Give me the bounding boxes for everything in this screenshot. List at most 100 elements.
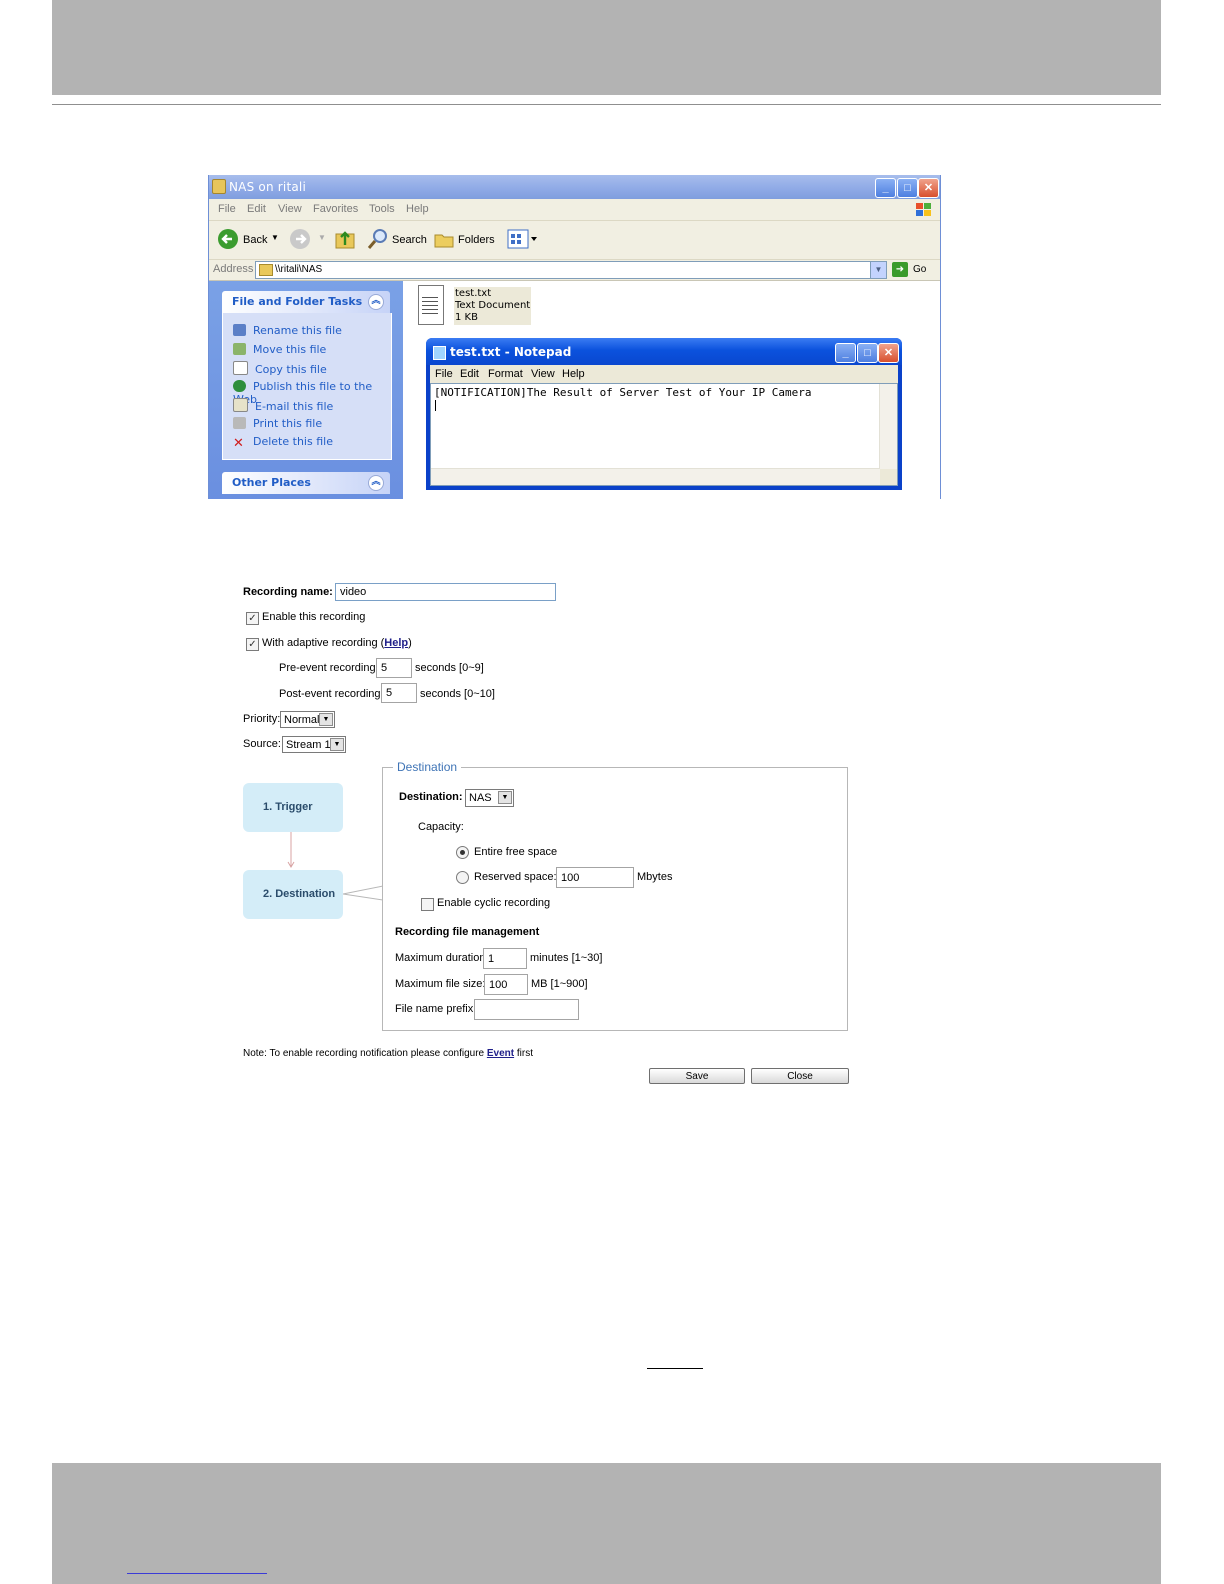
pre-event-input[interactable]: [376, 658, 412, 678]
header-rule: [52, 104, 1161, 105]
notepad-content: [NOTIFICATION]The Result of Server Test …: [434, 386, 812, 399]
up-folder-icon[interactable]: [334, 228, 356, 250]
source-select[interactable]: Stream 1 ▼: [282, 736, 346, 753]
search-button[interactable]: Search: [392, 234, 427, 246]
file-name: test.txt: [455, 288, 492, 299]
task-pane: File and Folder Tasks ︽ Rename this file…: [209, 281, 403, 499]
menu-file[interactable]: File: [435, 368, 453, 380]
cyclic-recording-checkbox[interactable]: [421, 898, 434, 911]
back-arrow-icon[interactable]: [217, 228, 239, 250]
explorer-titlebar[interactable]: NAS on ritali _ □ ✕: [209, 175, 940, 199]
priority-select[interactable]: Normal ▼: [280, 711, 335, 728]
forward-arrow-icon[interactable]: [289, 228, 311, 250]
maximize-button[interactable]: □: [857, 343, 878, 363]
close-button[interactable]: Close: [751, 1068, 849, 1084]
entire-free-space-radio[interactable]: [456, 846, 469, 859]
adaptive-recording-checkbox[interactable]: ✓: [246, 638, 259, 651]
step-trigger[interactable]: 1. Trigger: [243, 783, 343, 832]
folders-icon[interactable]: [433, 229, 455, 249]
minimize-button[interactable]: _: [875, 178, 896, 198]
step-destination[interactable]: 2. Destination: [243, 870, 343, 919]
horizontal-scrollbar[interactable]: [431, 468, 880, 485]
reserved-space-input[interactable]: [556, 867, 634, 888]
printer-icon: [233, 417, 246, 429]
notepad-text-area[interactable]: [NOTIFICATION]The Result of Server Test …: [430, 383, 898, 486]
vertical-scrollbar[interactable]: [879, 384, 897, 470]
notepad-menubar: File Edit Format View Help: [430, 365, 898, 383]
task-copy[interactable]: Copy this file: [233, 361, 327, 376]
menu-file[interactable]: File: [218, 203, 236, 215]
menu-tools[interactable]: Tools: [369, 203, 395, 215]
entire-free-space-label: Entire free space: [474, 846, 558, 858]
views-icon[interactable]: [507, 229, 539, 249]
recording-name-input[interactable]: [335, 583, 556, 601]
file-prefix-input[interactable]: [474, 999, 579, 1020]
menu-view[interactable]: View: [531, 368, 555, 380]
chevron-down-icon[interactable]: ▼: [318, 233, 326, 242]
footer-link-underline: [127, 1573, 267, 1574]
page-underline: [647, 1368, 703, 1369]
destination-select[interactable]: NAS ▼: [465, 789, 514, 807]
enable-recording-label: Enable this recording: [262, 611, 366, 623]
menu-help[interactable]: Help: [406, 203, 429, 215]
file-folder-tasks-header[interactable]: File and Folder Tasks ︽: [222, 291, 390, 313]
post-event-label: Post-event recording:: [279, 688, 384, 700]
cyclic-recording-label: Enable cyclic recording: [437, 897, 551, 909]
reserved-space-radio[interactable]: [456, 871, 469, 884]
menu-help[interactable]: Help: [562, 368, 585, 380]
priority-value: Normal: [284, 714, 320, 726]
maximize-button[interactable]: □: [897, 178, 918, 198]
adaptive-recording-label: With adaptive recording (Help): [262, 637, 412, 649]
collapse-chevron-icon[interactable]: ︽: [368, 475, 384, 491]
explorer-toolbar: Back ▼ ▼ Search Folders: [209, 221, 940, 260]
collapse-chevron-icon[interactable]: ︽: [368, 294, 384, 310]
go-button[interactable]: Go: [913, 264, 926, 275]
chevron-down-icon: ▼: [319, 713, 333, 726]
back-button[interactable]: Back: [243, 234, 267, 246]
task-delete[interactable]: ✕ Delete this file: [233, 435, 333, 450]
task-rename[interactable]: Rename this file: [233, 324, 342, 337]
event-link[interactable]: Event: [487, 1048, 514, 1059]
other-places-title: Other Places: [232, 476, 311, 489]
folders-button[interactable]: Folders: [458, 234, 495, 246]
menu-format[interactable]: Format: [488, 368, 523, 380]
step-pointer: [343, 885, 384, 901]
windows-logo-icon: [916, 203, 931, 216]
rename-icon: [233, 324, 246, 336]
max-size-unit: MB [1~900]: [531, 978, 588, 990]
close-button[interactable]: ✕: [878, 343, 899, 363]
task-print[interactable]: Print this file: [233, 417, 322, 430]
chevron-down-icon[interactable]: ▼: [271, 233, 279, 242]
go-arrow-icon[interactable]: ➜: [892, 262, 908, 277]
save-button[interactable]: Save: [649, 1068, 745, 1084]
priority-label: Priority:: [243, 713, 281, 725]
menu-view[interactable]: View: [278, 203, 302, 215]
task-move[interactable]: Move this file: [233, 343, 326, 356]
post-event-input[interactable]: [381, 683, 417, 703]
chevron-down-icon[interactable]: ▼: [870, 262, 886, 278]
address-input[interactable]: \\ritali\NAS ▼: [255, 261, 887, 279]
adaptive-help-link[interactable]: Help: [384, 637, 408, 649]
minimize-button[interactable]: _: [835, 343, 856, 363]
pre-event-label: Pre-event recording:: [279, 662, 379, 674]
max-size-input[interactable]: [484, 974, 528, 995]
notepad-icon: [433, 346, 446, 360]
task-email[interactable]: E-mail this file: [233, 398, 333, 413]
notepad-titlebar[interactable]: test.txt - Notepad _ □ ✕: [426, 338, 902, 365]
page-footer-bar: [52, 1463, 1161, 1584]
enable-recording-checkbox[interactable]: ✓: [246, 612, 259, 625]
file-folder-tasks-title: File and Folder Tasks: [232, 295, 363, 308]
text-file-icon[interactable]: [418, 285, 444, 325]
close-button[interactable]: ✕: [918, 178, 939, 198]
menu-edit[interactable]: Edit: [460, 368, 479, 380]
menu-edit[interactable]: Edit: [247, 203, 266, 215]
text-caret: [435, 400, 436, 411]
max-duration-input[interactable]: [483, 948, 527, 969]
envelope-icon: [233, 398, 248, 412]
file-item-test-txt[interactable]: test.txt Text Document 1 KB: [454, 287, 532, 325]
chevron-down-icon: ▼: [330, 738, 344, 751]
menu-favorites[interactable]: Favorites: [313, 203, 358, 215]
other-places-header[interactable]: Other Places ︽: [222, 472, 390, 494]
resize-grip-icon[interactable]: [880, 469, 897, 485]
search-icon[interactable]: [367, 228, 389, 250]
